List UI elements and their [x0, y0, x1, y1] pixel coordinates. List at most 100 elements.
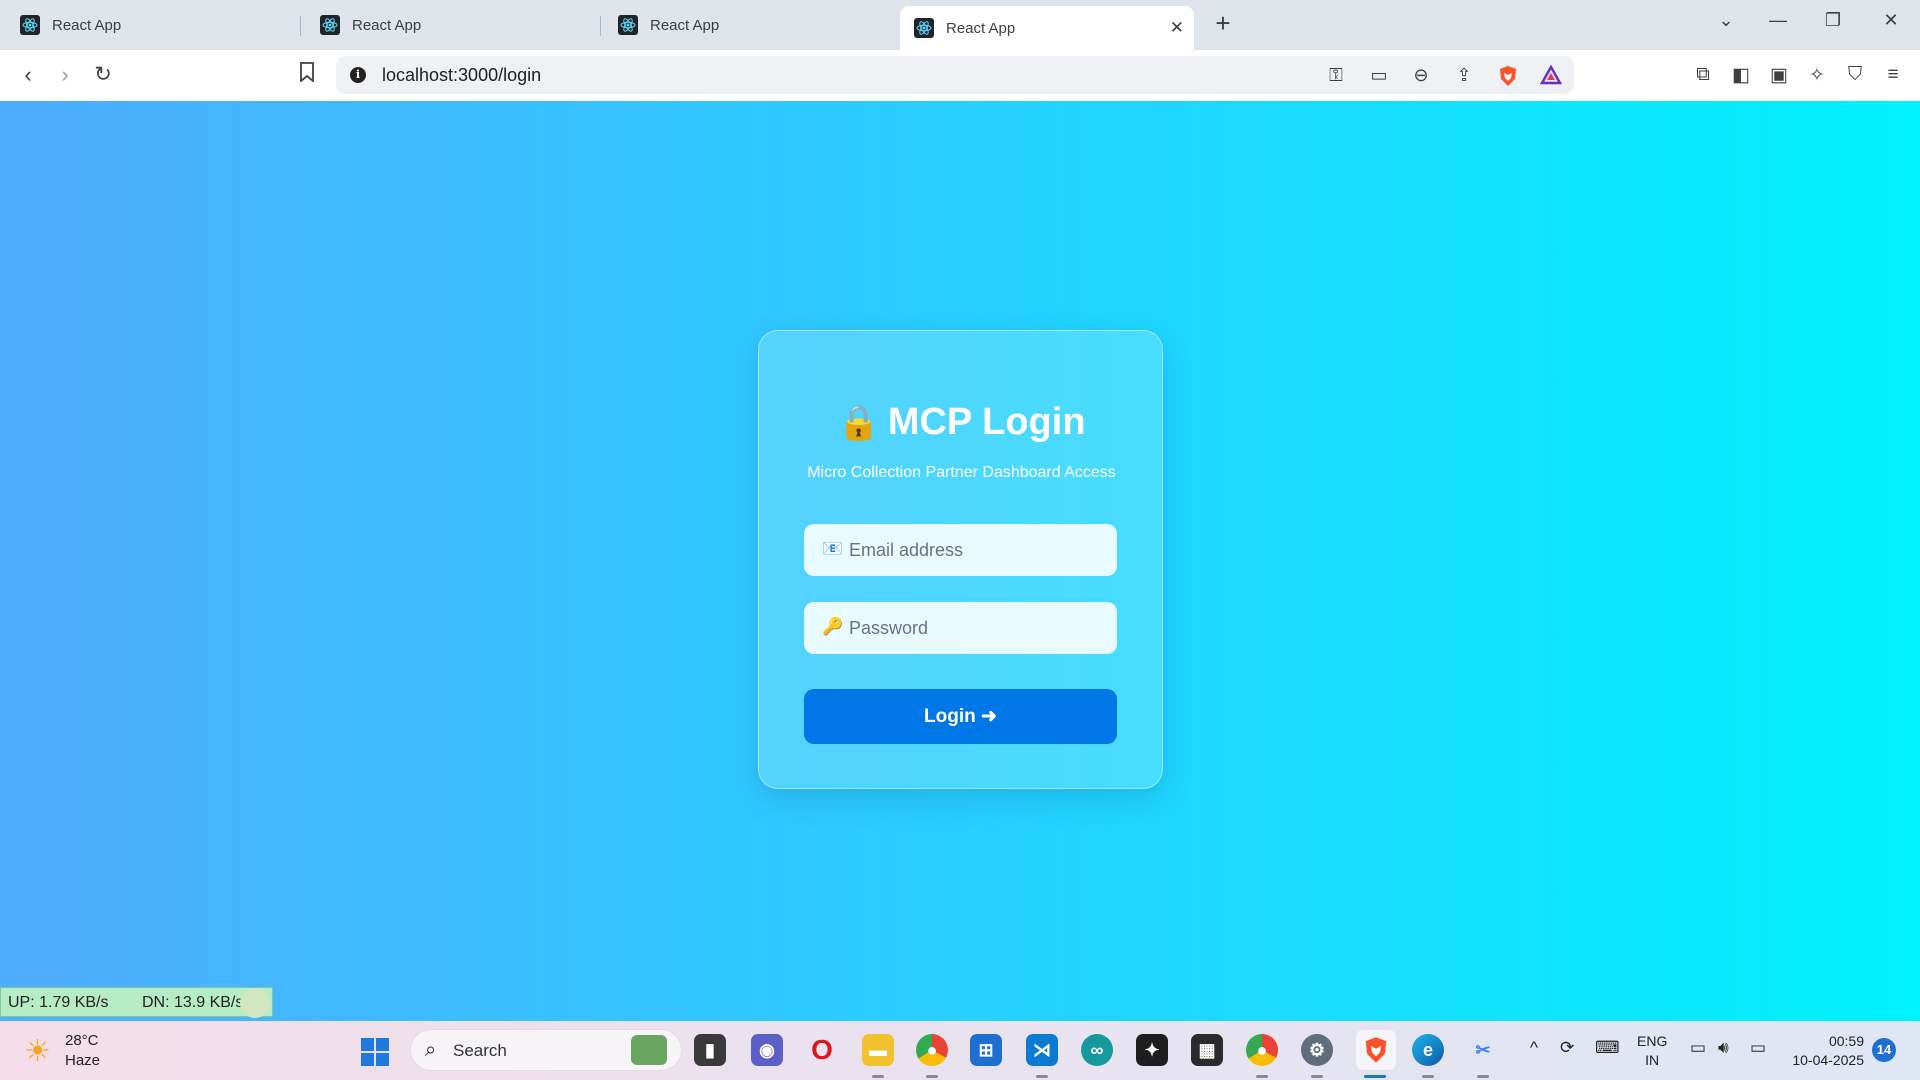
bookmark-icon[interactable] [293, 62, 321, 88]
edge-icon[interactable]: e [1412, 1034, 1444, 1066]
microsoft-store-icon[interactable]: ⊞ [970, 1034, 1002, 1066]
clock-date: 10-04-2025 [1792, 1052, 1864, 1068]
reload-icon[interactable]: ↻ [89, 62, 117, 87]
password-input[interactable] [849, 602, 1104, 654]
browser-tab[interactable]: React App [306, 6, 596, 44]
login-button[interactable]: Login ➜ [804, 689, 1117, 744]
taskbar-search[interactable]: ⌕ Search [410, 1029, 682, 1071]
vscode-icon[interactable]: ⋊ [1026, 1034, 1058, 1066]
active-indicator [1364, 1075, 1386, 1078]
brave-rewards-icon[interactable] [1539, 64, 1563, 90]
region-code: IN [1645, 1052, 1660, 1068]
tab-title: React App [650, 16, 720, 34]
extensions-icon[interactable]: ⧉ [1690, 64, 1716, 86]
file-explorer-icon[interactable]: ▬ [862, 1034, 894, 1066]
minimize-icon[interactable]: — [1763, 10, 1793, 31]
upload-speed: UP: 1.79 KB/s [8, 994, 109, 1011]
mascot-icon [240, 988, 270, 1018]
arduino-icon[interactable]: ∞ [1081, 1034, 1113, 1066]
tab-title: React App [352, 16, 422, 34]
browser-toolbar: ‹ › ↻ i localhost:3000/login ⚿ ▭ ⊖ ⇪ ⧉ ◧… [0, 50, 1920, 102]
running-indicator [1422, 1075, 1434, 1078]
site-info-icon[interactable]: i [350, 67, 366, 83]
lock-icon: 🔒 [837, 404, 880, 442]
chrome-profile-icon[interactable]: ● [1246, 1034, 1278, 1066]
language-indicator[interactable]: ENG IN [1637, 1032, 1667, 1070]
login-title: 🔒 MCP Login [759, 401, 1164, 444]
menu-icon[interactable]: ≡ [1880, 64, 1906, 86]
show-hidden-icons-chevron-icon[interactable]: ^ [1530, 1038, 1538, 1058]
windows-start-icon[interactable] [361, 1038, 389, 1066]
browser-tab-active[interactable]: React App ✕ [900, 6, 1194, 50]
running-indicator [1477, 1075, 1489, 1078]
tab-title: React App [946, 19, 1016, 37]
password-key-icon[interactable]: ⚿ [1324, 65, 1348, 86]
react-favicon-icon [914, 18, 934, 38]
download-speed: DN: 13.9 KB/s [142, 994, 244, 1011]
running-indicator [926, 1075, 938, 1078]
windows-taskbar: ☀ 28°C Haze ⌕ Search ▮ ◉ O ▬ ● ⊞ ⋊ ∞ ✦ ▦… [0, 1021, 1920, 1080]
password-field[interactable]: 🔑 [804, 602, 1117, 654]
running-indicator [1311, 1075, 1323, 1078]
address-bar[interactable]: i localhost:3000/login ⚿ ▭ ⊖ ⇪ [336, 56, 1574, 94]
running-indicator [872, 1075, 884, 1078]
snipping-tool-icon[interactable]: ✂ [1467, 1034, 1499, 1066]
running-indicator [1036, 1075, 1048, 1078]
clock-time: 00:59 [1828, 1033, 1864, 1049]
vpn-icon[interactable]: ⛉ [1842, 64, 1868, 86]
app-icon[interactable]: ▦ [1191, 1034, 1223, 1066]
restore-icon[interactable]: ❐ [1818, 10, 1848, 31]
chrome-icon[interactable]: ● [916, 1034, 948, 1066]
tab-separator [300, 16, 301, 36]
email-field[interactable]: 📧 [804, 524, 1117, 576]
leo-ai-icon[interactable]: ✧ [1804, 64, 1830, 87]
network-icon[interactable]: ▭ [1690, 1038, 1706, 1058]
react-favicon-icon [20, 15, 40, 35]
keyboard-icon[interactable]: ⌨ [1595, 1038, 1620, 1058]
search-label: Search [453, 1041, 507, 1060]
weather-temperature[interactable]: 28°C [65, 1032, 99, 1049]
task-view-icon[interactable]: ▮ [694, 1034, 726, 1066]
login-page: 🔒 MCP Login Micro Collection Partner Dash… [0, 101, 1920, 1021]
forward-icon[interactable]: › [51, 62, 79, 88]
new-tab-button[interactable]: + [1208, 8, 1238, 39]
tab-search-chevron-icon[interactable]: ⌄ [1711, 10, 1741, 31]
window-close-icon[interactable]: ✕ [1876, 10, 1906, 31]
tab-separator [600, 16, 601, 36]
weather-haze-icon[interactable]: ☀ [24, 1034, 51, 1069]
brave-taskbar-icon[interactable] [1356, 1030, 1396, 1070]
browser-tab-strip: React App React App React App React App … [0, 0, 1920, 50]
browser-tab[interactable]: React App [604, 6, 894, 44]
email-icon: 📧 [822, 539, 844, 558]
settings-gear-icon[interactable]: ⚙ [1301, 1034, 1333, 1066]
login-subtitle: Micro Collection Partner Dashboard Acces… [807, 464, 1116, 481]
teams-chat-icon[interactable]: ◉ [751, 1034, 783, 1066]
wallet-icon[interactable]: ▣ [1766, 64, 1792, 87]
sidebar-icon[interactable]: ◧ [1728, 64, 1754, 87]
zoom-out-icon[interactable]: ⊖ [1409, 65, 1433, 86]
email-input[interactable] [849, 524, 1104, 576]
tab-title: React App [52, 16, 122, 34]
share-icon[interactable]: ⇪ [1452, 65, 1476, 86]
search-icon: ⌕ [425, 1039, 437, 1061]
figma-icon[interactable]: ✦ [1136, 1034, 1168, 1066]
login-title-text: MCP Login [887, 401, 1086, 443]
back-icon[interactable]: ‹ [14, 62, 42, 88]
volume-icon[interactable]: 🔊︎ [1718, 1038, 1729, 1058]
brave-shields-icon[interactable] [1496, 65, 1520, 92]
react-favicon-icon [618, 15, 638, 35]
browser-tab[interactable]: React App [6, 6, 296, 44]
address-url[interactable]: localhost:3000/login [382, 65, 541, 86]
notification-badge[interactable]: 14 [1872, 1038, 1896, 1062]
clock[interactable]: 00:59 10-04-2025 [1786, 1032, 1864, 1070]
react-favicon-icon [320, 15, 340, 35]
sync-icon[interactable]: ⟳ [1560, 1038, 1574, 1058]
cast-icon[interactable]: ▭ [1367, 65, 1391, 86]
weather-description[interactable]: Haze [65, 1052, 100, 1069]
opera-icon[interactable]: O [806, 1034, 838, 1066]
tab-close-icon[interactable]: ✕ [1170, 18, 1184, 38]
running-indicator [1256, 1075, 1268, 1078]
net-speed-widget: UP: 1.79 KB/s DN: 13.9 KB/s [0, 987, 273, 1018]
battery-icon[interactable]: ▭ [1750, 1038, 1766, 1058]
language-code: ENG [1637, 1033, 1668, 1049]
